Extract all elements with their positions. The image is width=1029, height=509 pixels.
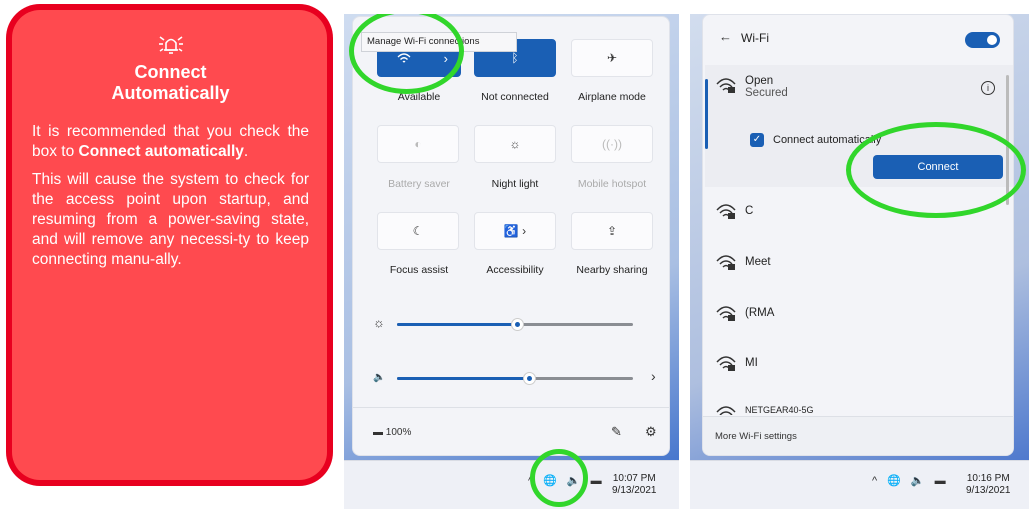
mobile-hotspot-tile[interactable]: ((·)) xyxy=(571,125,653,163)
share-icon: ⇪ xyxy=(606,224,618,238)
battery-icon[interactable]: ▬ xyxy=(591,475,602,487)
secured-wifi-icon xyxy=(716,306,736,321)
tile-label: Nearby sharing xyxy=(576,264,648,276)
battery-saver-tile[interactable]: ◐ xyxy=(377,125,459,163)
focus-assist-tile[interactable]: ☾ xyxy=(377,212,459,250)
chevron-up-icon[interactable]: ^ xyxy=(872,475,877,487)
tile-label: Accessibility xyxy=(486,264,544,276)
more-wifi-settings-link[interactable]: More Wi-Fi settings xyxy=(715,431,797,442)
airplane-icon: ✈ xyxy=(606,51,618,65)
volume-slider[interactable] xyxy=(397,372,633,385)
night-light-tile[interactable]: ☼ xyxy=(474,125,556,163)
battery-saver-icon: ◐ xyxy=(414,137,422,151)
brightness-fill xyxy=(397,323,518,326)
taskbar: ^ 🌐 🔈 ▬ 10:16 PM 9/13/2021 xyxy=(690,460,1029,509)
globe-icon[interactable]: 🌐 xyxy=(887,474,901,487)
secured-wifi-icon xyxy=(716,356,736,371)
highlight-ring xyxy=(846,122,1026,218)
callout-title: Connect Automatically xyxy=(111,62,230,103)
notification-bell-icon xyxy=(158,36,183,54)
night-light-icon: ☼ xyxy=(509,137,521,151)
info-icon[interactable]: i xyxy=(981,81,995,95)
secured-wifi-icon xyxy=(716,255,736,270)
tile-label: Mobile hotspot xyxy=(577,178,647,190)
tile-label: Battery saver xyxy=(388,178,450,190)
back-arrow-icon[interactable]: ← xyxy=(719,29,732,44)
battery-icon[interactable]: ▬ xyxy=(935,475,946,487)
divider xyxy=(353,407,669,408)
network-name: Open xyxy=(745,75,774,87)
callout-paragraph-1: It is recommended that you check the box… xyxy=(32,123,309,160)
wifi-header: Wi-Fi xyxy=(741,31,769,45)
tile-label: Airplane mode xyxy=(578,91,646,103)
brightness-icon: ☼ xyxy=(373,315,385,330)
settings-gear-icon[interactable]: ⚙ xyxy=(645,424,657,440)
accessibility-icon: ♿ › xyxy=(503,224,527,238)
accessibility-tile[interactable]: ♿ › xyxy=(474,212,556,250)
wifi-toggle[interactable] xyxy=(965,32,1000,48)
callout-paragraph-2: This will cause the system to check for … xyxy=(32,171,309,268)
network-item[interactable]: C xyxy=(715,201,753,221)
edit-icon[interactable]: ✎ xyxy=(611,424,622,440)
battery-icon: ▬ xyxy=(373,427,383,438)
moon-icon: ☾ xyxy=(412,224,424,238)
tile-label: Focus assist xyxy=(389,264,449,276)
quick-settings-screenshot: › ᛒ ✈ Available Not connected Airplane m… xyxy=(344,14,679,509)
nearby-sharing-tile[interactable]: ⇪ xyxy=(571,212,653,250)
bluetooth-icon: ᛒ xyxy=(511,51,519,65)
volume-icon[interactable]: 🔈 xyxy=(911,474,925,487)
hotspot-icon: ((·)) xyxy=(602,137,622,151)
brightness-slider[interactable] xyxy=(397,318,633,331)
wifi-panel: ← Wi-Fi Open Secured i ✓ Connect automati… xyxy=(702,14,1014,456)
wifi-footer: More Wi-Fi settings xyxy=(703,416,1013,455)
volume-fill xyxy=(397,377,530,380)
network-item[interactable]: NETGEAR40-5G xyxy=(715,403,814,415)
network-status: Secured xyxy=(745,87,788,99)
chevron-right-icon[interactable]: › xyxy=(651,368,656,384)
brightness-knob[interactable] xyxy=(511,318,525,331)
taskbar: ^ 🌐 🔈 ▬ 10:07 PM 9/13/2021 xyxy=(344,460,679,509)
volume-knob[interactable] xyxy=(523,372,537,385)
secured-wifi-icon xyxy=(716,406,736,415)
clock[interactable]: 10:07 PM 9/13/2021 xyxy=(612,473,657,497)
secured-wifi-icon xyxy=(716,78,736,93)
network-item[interactable]: Meet xyxy=(715,252,771,272)
tile-label: Not connected xyxy=(481,91,549,103)
wifi-list-screenshot: ← Wi-Fi Open Secured i ✓ Connect automati… xyxy=(690,14,1029,509)
connect-automatically-checkbox[interactable]: ✓ xyxy=(750,133,764,147)
battery-status[interactable]: ▬ 100% xyxy=(373,427,411,438)
airplane-tile[interactable]: ✈ xyxy=(571,39,653,77)
secured-wifi-icon xyxy=(716,204,736,219)
tile-label: Night light xyxy=(491,178,539,190)
volume-icon: 🔈 xyxy=(373,372,386,383)
network-item[interactable]: MI xyxy=(715,353,758,373)
highlight-ring xyxy=(530,449,588,507)
clock[interactable]: 10:16 PM 9/13/2021 xyxy=(966,473,1011,497)
network-item[interactable]: (RMA xyxy=(715,303,774,323)
info-callout: Connect Automatically It is recommended … xyxy=(6,4,333,486)
